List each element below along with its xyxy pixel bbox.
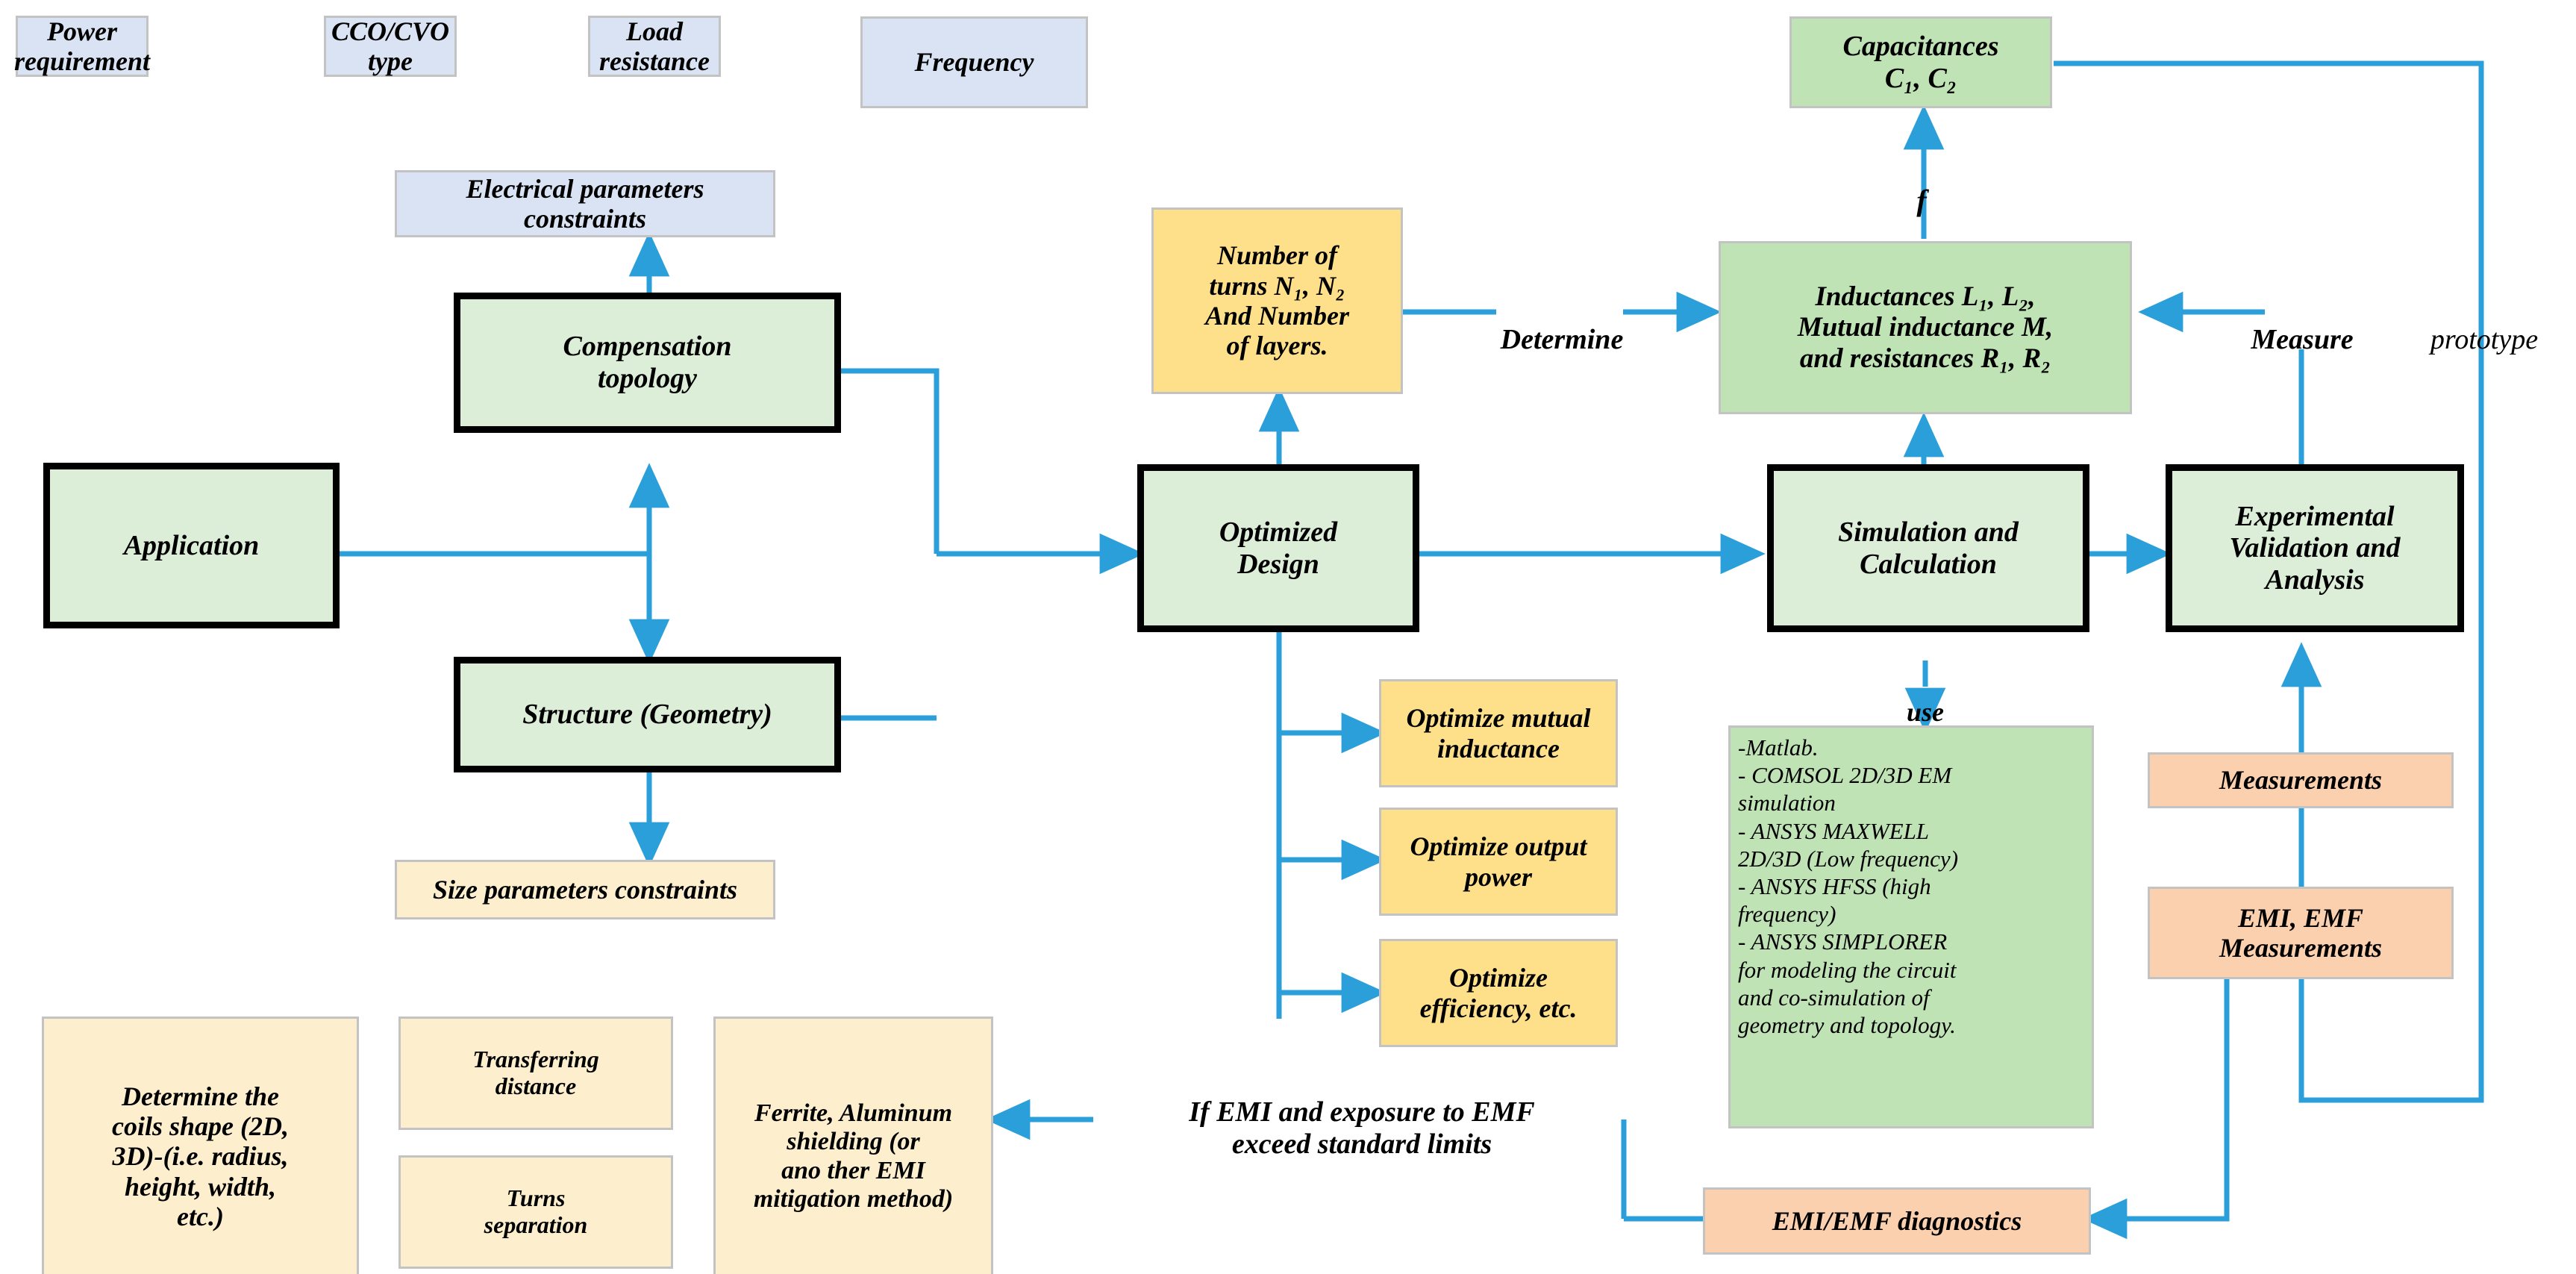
- process-label: Structure (Geometry): [522, 699, 772, 731]
- input-box-frequency[interactable]: Frequency: [860, 16, 1088, 108]
- measurement-box-emi-emf[interactable]: EMI, EMF Measurements: [2148, 887, 2454, 979]
- optimize-box-mutual-inductance[interactable]: Optimize mutual inductance: [1379, 679, 1618, 787]
- geometry-label: Turns separation: [484, 1184, 588, 1238]
- geometry-box-transferring-distance[interactable]: Transferring distance: [398, 1017, 673, 1130]
- edge-label-use: use: [1906, 697, 1944, 728]
- edge-label-emi-condition: If EMI and exposure to EMF exceed standa…: [1189, 1096, 1535, 1161]
- input-label: Load resistance: [599, 16, 710, 76]
- optimize-box-efficiency[interactable]: Optimize efficiency, etc.: [1379, 939, 1618, 1047]
- process-label: Compensation topology: [563, 331, 732, 394]
- process-box-compensation-topology[interactable]: Compensation topology: [454, 293, 841, 433]
- process-box-experimental-validation[interactable]: Experimental Validation and Analysis: [2166, 464, 2464, 632]
- process-label: Optimized Design: [1219, 516, 1338, 580]
- parameter-box-number-of-turns[interactable]: Number of turns N₁, N₂ And Number of lay…: [1151, 207, 1403, 394]
- input-box-power-requirement[interactable]: Power requirement: [14, 16, 151, 77]
- process-label: Simulation and Calculation: [1838, 516, 2019, 580]
- edge-label-measure: Measure: [2251, 323, 2354, 355]
- parameter-label: Number of turns N₁, N₂ And Number of lay…: [1204, 240, 1350, 361]
- process-box-optimized-design[interactable]: Optimized Design: [1137, 464, 1419, 632]
- process-label: Application: [123, 529, 260, 561]
- constraint-box-electrical-parameters[interactable]: Electrical parameters constraints: [395, 170, 775, 237]
- measurement-label: EMI/EMF diagnostics: [1772, 1205, 2022, 1236]
- parameter-box-inductances[interactable]: Inductances L₁, L₂, Mutual inductance M,…: [1719, 241, 2132, 414]
- input-label: Frequency: [914, 47, 1034, 78]
- optimize-label: Optimize mutual inductance: [1406, 703, 1591, 764]
- measurement-box-emi-emf-diagnostics[interactable]: EMI/EMF diagnostics: [1703, 1187, 2091, 1255]
- constraint-label: Size parameters constraints: [432, 874, 738, 905]
- optimize-box-output-power[interactable]: Optimize output power: [1379, 808, 1618, 916]
- geometry-label: Ferrite, Aluminum shielding (or ano ther…: [753, 1099, 954, 1213]
- constraint-label: Electrical parameters constraints: [466, 173, 704, 234]
- geometry-label: Determine the coils shape (2D, 3D)-(i.e.…: [112, 1081, 289, 1231]
- process-box-simulation-calculation[interactable]: Simulation and Calculation: [1767, 464, 2089, 632]
- optimize-label: Optimize efficiency, etc.: [1419, 963, 1578, 1023]
- flowchart-canvas: Power requirement CCO/CVO type Load resi…: [0, 0, 2576, 1274]
- measurement-box-general[interactable]: Measurements: [2148, 752, 2454, 808]
- input-label: Power requirement: [14, 16, 151, 76]
- geometry-box-coils-shape[interactable]: Determine the coils shape (2D, 3D)-(i.e.…: [42, 1017, 359, 1274]
- geometry-box-shielding[interactable]: Ferrite, Aluminum shielding (or ano ther…: [713, 1017, 993, 1274]
- edge-label-frequency-symbol: f: [1916, 184, 1927, 217]
- process-label: Experimental Validation and Analysis: [2229, 500, 2401, 596]
- geometry-box-turns-separation[interactable]: Turns separation: [398, 1155, 673, 1269]
- process-box-application[interactable]: Application: [43, 463, 340, 628]
- parameter-label: Inductances L₁, L₂, Mutual inductance M,…: [1797, 281, 2054, 374]
- input-label: CCO/CVO type: [331, 16, 450, 76]
- edge-label-prototype: prototype: [2430, 323, 2539, 355]
- measurement-label: EMI, EMF Measurements: [2219, 902, 2383, 963]
- measurement-label: Measurements: [2219, 765, 2383, 796]
- optimize-label: Optimize output power: [1410, 831, 1587, 892]
- input-box-cco-cvo-type[interactable]: CCO/CVO type: [324, 16, 457, 77]
- parameter-box-capacitances[interactable]: Capacitances C₁, C₂: [1789, 16, 2052, 108]
- constraint-box-size-parameters[interactable]: Size parameters constraints: [395, 860, 775, 919]
- parameter-label: Capacitances C₁, C₂: [1842, 30, 1999, 94]
- geometry-label: Transferring distance: [472, 1046, 599, 1099]
- tools-label: -Matlab. - COMSOL 2D/3D EM simulation - …: [1738, 734, 1959, 1038]
- edge-label-determine: Determine: [1500, 323, 1624, 355]
- tools-list-box[interactable]: -Matlab. - COMSOL 2D/3D EM simulation - …: [1728, 725, 2094, 1128]
- process-box-structure-geometry[interactable]: Structure (Geometry): [454, 657, 841, 772]
- input-box-load-resistance[interactable]: Load resistance: [588, 16, 721, 77]
